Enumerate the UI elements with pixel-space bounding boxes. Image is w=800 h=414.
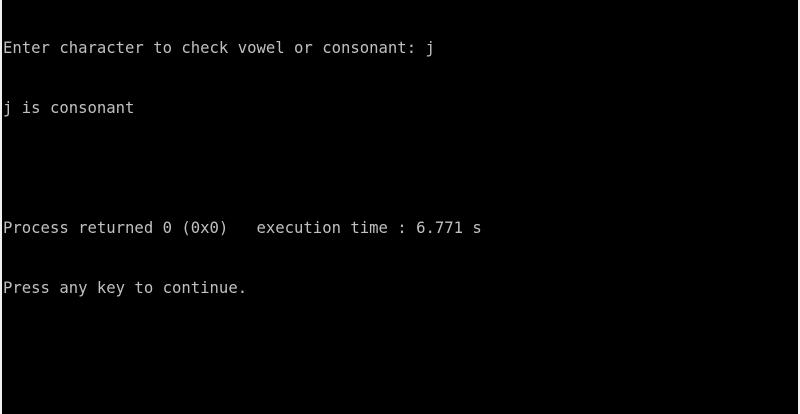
console-line-result: j is consonant: [3, 99, 135, 117]
console-window[interactable]: Enter character to check vowel or conson…: [0, 0, 798, 414]
console-line-blank: [3, 158, 793, 178]
console-output: Enter character to check vowel or conson…: [3, 0, 793, 338]
console-line-prompt: Enter character to check vowel or conson…: [3, 39, 435, 57]
console-line-process-returned: Process returned 0 (0x0) execution time …: [3, 219, 482, 237]
console-line-press-any-key: Press any key to continue.: [3, 279, 248, 297]
